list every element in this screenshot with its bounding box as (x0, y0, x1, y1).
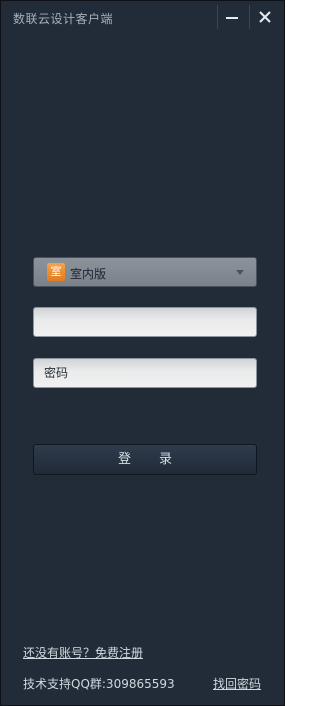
title-bar[interactable]: 数联云设计客户端 (1, 1, 284, 35)
titlebar-divider (217, 5, 218, 29)
chevron-down-icon (236, 270, 244, 275)
login-button[interactable]: 登录 (33, 444, 257, 475)
recover-password-link[interactable]: 找回密码 (213, 675, 261, 692)
version-select[interactable]: 室 室内版 (33, 257, 257, 287)
window-title: 数联云设计客户端 (13, 12, 114, 26)
indoor-version-icon: 室 (47, 263, 65, 281)
login-window: 数联云设计客户端 室 室内版 密码 登录 还没有账号？免费注册 技术支持QQ群:… (0, 0, 285, 706)
close-button[interactable] (252, 5, 278, 29)
register-link[interactable]: 还没有账号？免费注册 (23, 644, 143, 661)
minimize-button[interactable] (220, 5, 246, 29)
minimize-icon (226, 17, 238, 19)
close-icon (259, 11, 271, 23)
password-field[interactable]: 密码 (33, 358, 257, 388)
username-field[interactable] (33, 307, 257, 337)
support-qq-text: 技术支持QQ群:309865593 (23, 677, 175, 691)
version-select-value: 室内版 (70, 267, 107, 281)
titlebar-divider (249, 5, 250, 29)
